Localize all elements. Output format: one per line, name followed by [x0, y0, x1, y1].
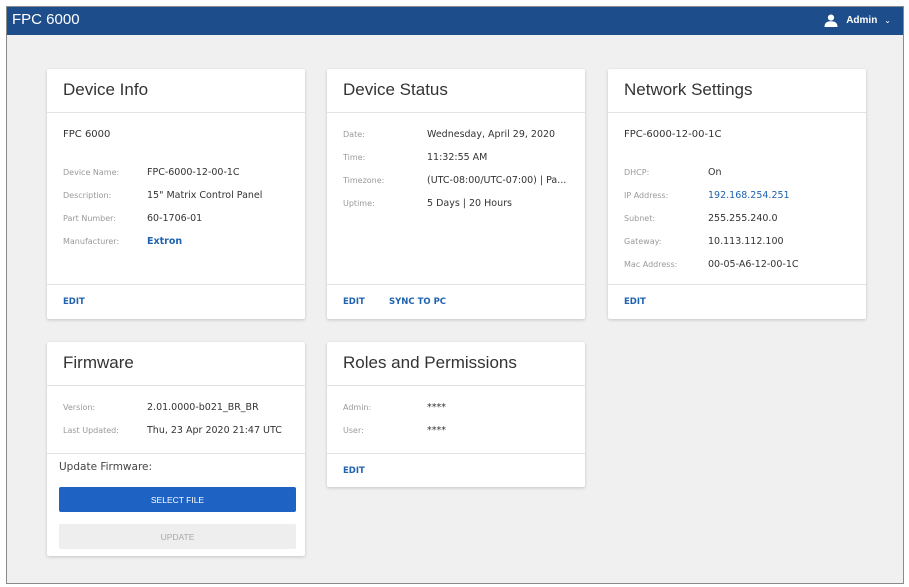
device-name-row: Device Name: FPC-6000-12-00-1C — [63, 165, 297, 179]
mac-address-row: Mac Address: 00-05-A6-12-00-1C — [624, 257, 858, 271]
version-row: Version: 2.01.0000-b021_BR_BR — [63, 400, 297, 414]
select-file-button[interactable]: SELECT FILE — [59, 487, 296, 512]
description-row: Description: 15" Matrix Control Panel — [63, 188, 297, 202]
firmware-title: Firmware — [63, 353, 134, 372]
divider — [327, 112, 585, 113]
app-title: FPC 6000 — [12, 11, 80, 28]
divider — [327, 385, 585, 386]
user-menu[interactable]: Admin ⌄ — [824, 14, 891, 27]
field-label: IP Address: — [624, 190, 669, 200]
gateway-value: 10.113.112.100 — [708, 235, 784, 247]
field-label: User: — [343, 425, 364, 435]
device-status-edit-button[interactable]: EDIT — [343, 297, 365, 307]
network-settings-card: Network Settings FPC-6000-12-00-1C DHCP:… — [608, 69, 866, 319]
field-label: Gateway: — [624, 236, 662, 246]
timezone-value: (UTC-08:00/UTC-07:00) | Pa... — [427, 174, 567, 186]
field-label: Time: — [343, 152, 366, 162]
field-label: Admin: — [343, 402, 372, 412]
chevron-down-icon: ⌄ — [884, 16, 891, 25]
divider — [47, 284, 305, 285]
top-bar: FPC 6000 Admin ⌄ — [7, 7, 903, 35]
admin-password-value: **** — [427, 401, 446, 413]
field-label: DHCP: — [624, 167, 650, 177]
device-info-card: Device Info FPC 6000 Device Name: FPC-60… — [47, 69, 305, 319]
field-label: Description: — [63, 190, 112, 200]
field-label: Last Updated: — [63, 425, 119, 435]
firmware-card: Firmware Version: 2.01.0000-b021_BR_BR L… — [47, 342, 305, 556]
divider — [608, 112, 866, 113]
uptime-row: Uptime: 5 Days | 20 Hours — [343, 196, 577, 210]
ip-address-row: IP Address: 192.168.254.251 — [624, 188, 858, 202]
network-settings-subtitle: FPC-6000-12-00-1C — [624, 129, 722, 140]
roles-permissions-card: Roles and Permissions Admin: **** User: … — [327, 342, 585, 487]
field-label: Subnet: — [624, 213, 656, 223]
field-label: Uptime: — [343, 198, 375, 208]
field-label: Mac Address: — [624, 259, 678, 269]
user-role-row: User: **** — [343, 423, 577, 437]
admin-role-row: Admin: **** — [343, 400, 577, 414]
field-label: Date: — [343, 129, 365, 139]
device-name-value: FPC-6000-12-00-1C — [147, 166, 240, 178]
part-number-value: 60-1706-01 — [147, 212, 203, 224]
last-updated-value: Thu, 23 Apr 2020 21:47 UTC — [147, 424, 282, 436]
device-status-card: Device Status Date: Wednesday, April 29,… — [327, 69, 585, 319]
device-info-edit-button[interactable]: EDIT — [63, 297, 85, 307]
update-firmware-label: Update Firmware: — [59, 461, 153, 473]
description-value: 15" Matrix Control Panel — [147, 189, 263, 201]
version-value: 2.01.0000-b021_BR_BR — [147, 401, 259, 413]
time-row: Time: 11:32:55 AM — [343, 150, 577, 164]
device-info-subtitle: FPC 6000 — [63, 129, 111, 140]
divider — [327, 453, 585, 454]
device-status-title: Device Status — [343, 80, 448, 99]
field-label: Manufacturer: — [63, 236, 120, 246]
time-value: 11:32:55 AM — [427, 151, 488, 163]
timezone-row: Timezone: (UTC-08:00/UTC-07:00) | Pa... — [343, 173, 577, 187]
dhcp-value: On — [708, 166, 722, 178]
user-name: Admin — [846, 15, 878, 26]
divider — [47, 453, 305, 454]
divider — [47, 385, 305, 386]
uptime-value: 5 Days | 20 Hours — [427, 197, 512, 209]
field-label: Timezone: — [343, 175, 385, 185]
divider — [608, 284, 866, 285]
field-label: Part Number: — [63, 213, 117, 223]
subnet-row: Subnet: 255.255.240.0 — [624, 211, 858, 225]
field-label: Version: — [63, 402, 96, 412]
sync-to-pc-button[interactable]: SYNC TO PC — [389, 297, 446, 307]
ip-address-link[interactable]: 192.168.254.251 — [708, 190, 790, 201]
user-password-value: **** — [427, 424, 446, 436]
field-label: Device Name: — [63, 167, 120, 177]
part-number-row: Part Number: 60-1706-01 — [63, 211, 297, 225]
divider — [47, 112, 305, 113]
roles-permissions-title: Roles and Permissions — [343, 353, 517, 372]
app-window: FPC 6000 Admin ⌄ Device Info FPC 6000 De… — [6, 6, 904, 584]
subnet-value: 255.255.240.0 — [708, 212, 778, 224]
network-settings-title: Network Settings — [624, 80, 753, 99]
update-button[interactable]: UPDATE — [59, 524, 296, 549]
user-icon — [824, 14, 838, 27]
network-settings-edit-button[interactable]: EDIT — [624, 297, 646, 307]
date-row: Date: Wednesday, April 29, 2020 — [343, 127, 577, 141]
device-info-title: Device Info — [63, 80, 149, 99]
manufacturer-link[interactable]: Extron — [147, 236, 182, 247]
divider — [327, 284, 585, 285]
mac-address-value: 00-05-A6-12-00-1C — [708, 258, 799, 270]
last-updated-row: Last Updated: Thu, 23 Apr 2020 21:47 UTC — [63, 423, 297, 437]
manufacturer-row: Manufacturer: Extron — [63, 234, 297, 248]
roles-edit-button[interactable]: EDIT — [343, 466, 365, 476]
gateway-row: Gateway: 10.113.112.100 — [624, 234, 858, 248]
dhcp-row: DHCP: On — [624, 165, 858, 179]
date-value: Wednesday, April 29, 2020 — [427, 128, 556, 140]
